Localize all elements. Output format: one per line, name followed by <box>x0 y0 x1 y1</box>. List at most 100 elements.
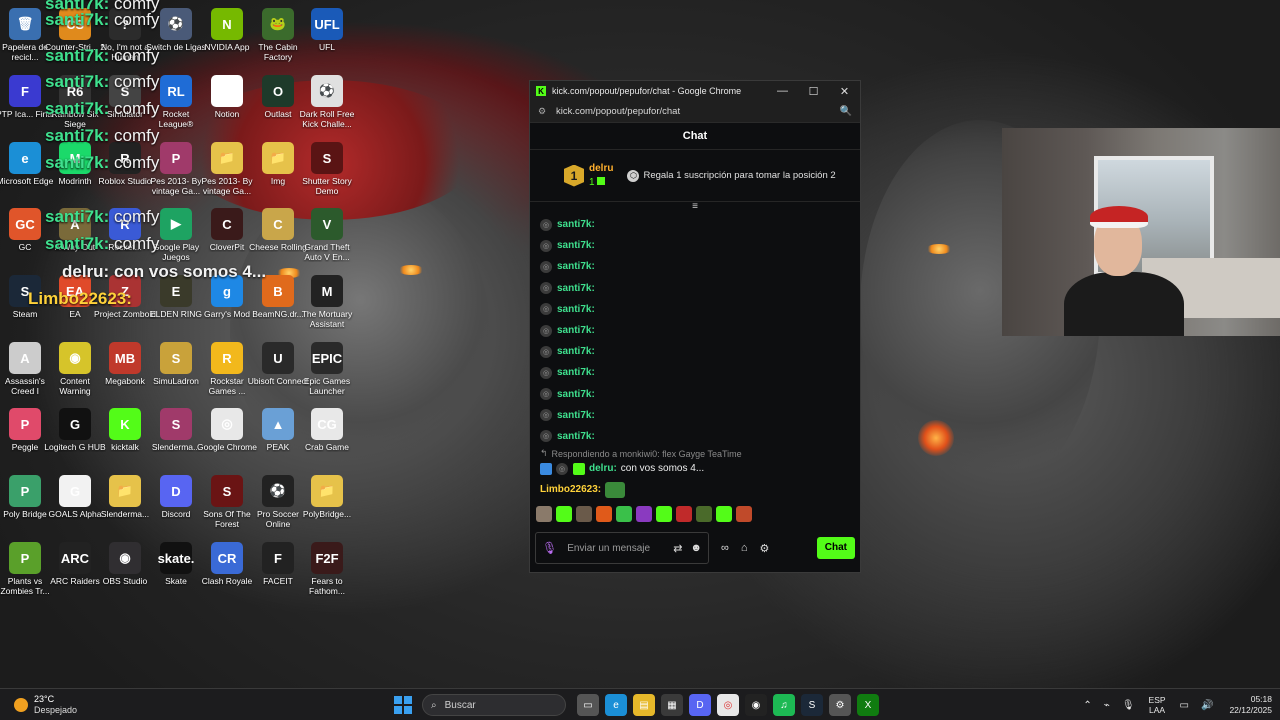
url-text[interactable]: kick.com/popout/pepufor/chat <box>556 106 840 117</box>
desktop-icon[interactable]: ⚽ Dark Roll Free Kick Challe... <box>296 71 358 135</box>
chat-message[interactable]: ◎ santi7k: <box>540 320 860 341</box>
message-username[interactable]: santi7k: <box>557 304 595 315</box>
discord-icon[interactable]: D <box>689 694 711 716</box>
chrome-icon[interactable]: ◎ <box>717 694 739 716</box>
desktop-icon-label: Dark Roll Free Kick Challe... <box>299 109 355 129</box>
desktop-icon[interactable]: EPIC Epic Games Launcher <box>296 338 358 402</box>
message-username[interactable]: delru: <box>589 463 617 474</box>
chat-message[interactable]: ◎ delru: con vos somos 4... <box>540 460 860 477</box>
network-icon[interactable]: ⌁ <box>1104 700 1110 711</box>
chat-message[interactable]: ◎ santi7k: <box>540 214 860 235</box>
xbox-icon[interactable]: X <box>857 694 879 716</box>
title-bar[interactable]: K kick.com/popout/pepufor/chat - Google … <box>530 81 860 101</box>
message-username[interactable]: santi7k: <box>557 431 595 442</box>
app-icon: S <box>160 342 192 374</box>
start-button[interactable] <box>394 696 412 714</box>
reply-context[interactable]: ↰ Respondiendo a monkiwi0: flex Gayge Te… <box>540 447 860 460</box>
spotify-icon[interactable]: ♫ <box>773 694 795 716</box>
translate-icon[interactable]: ⇄ <box>673 542 682 555</box>
edge-icon[interactable]: e <box>605 694 627 716</box>
desktop-icon[interactable]: 📁 PolyBridge... <box>296 471 358 535</box>
desktop-icon[interactable]: S Shutter Story Demo <box>296 138 358 202</box>
app-icon: S <box>211 475 243 507</box>
emote-icon[interactable] <box>696 506 712 523</box>
app-icon: C <box>262 208 294 240</box>
minimize-button[interactable]: — <box>767 85 798 97</box>
kick-cards-icon[interactable]: ∞ <box>721 542 729 554</box>
chat-input-placeholder[interactable]: Enviar un mensaje <box>567 543 665 554</box>
emote-icon[interactable] <box>536 506 552 523</box>
chat-message[interactable]: ◎ santi7k: <box>540 341 860 362</box>
emote-icon[interactable] <box>716 506 732 523</box>
scroll-to-bottom-icon[interactable]: ≡ <box>530 202 860 212</box>
language-indicator[interactable]: ESP LAA <box>1149 695 1166 715</box>
weather-widget[interactable]: 23°C Despejado <box>14 694 77 716</box>
store-icon[interactable]: ⌂ <box>741 542 748 554</box>
emoji-icon[interactable]: ☻ <box>690 542 702 554</box>
desktop-icon[interactable]: CG Crab Game <box>296 404 358 468</box>
message-username[interactable]: santi7k: <box>557 283 595 294</box>
message-username[interactable]: santi7k: <box>557 389 595 400</box>
message-username[interactable]: santi7k: <box>557 346 595 357</box>
clock[interactable]: 05:18 22/12/2025 <box>1229 694 1272 716</box>
close-button[interactable]: ✕ <box>829 85 860 98</box>
message-username[interactable]: santi7k: <box>557 410 595 421</box>
message-username[interactable]: santi7k: <box>557 240 595 251</box>
app-icon: skate. <box>158 542 194 574</box>
taskbar-search[interactable]: ⌕ Buscar <box>422 694 566 716</box>
chat-message[interactable]: ◎ santi7k: <box>540 278 860 299</box>
store-icon[interactable]: ▦ <box>661 694 683 716</box>
message-username[interactable]: santi7k: <box>557 219 595 230</box>
message-username[interactable]: santi7k: <box>557 261 595 272</box>
obs-icon[interactable]: ◉ <box>745 694 767 716</box>
pinned-gift-banner[interactable]: 1 delru 1 ⬡ Regala 1 suscripción para to… <box>530 150 860 202</box>
chat-message[interactable]: Limbo22623: <box>540 481 860 498</box>
chat-message[interactable]: ◎ santi7k: <box>540 299 860 320</box>
emote-icon[interactable] <box>656 506 672 523</box>
chat-input[interactable]: 🎙 Enviar un mensaje ⇄ ☻ <box>535 532 709 564</box>
volume-icon[interactable]: 🔊 <box>1201 700 1213 711</box>
chat-message[interactable]: ◎ santi7k: <box>540 426 860 447</box>
sub-gift-icon <box>597 176 606 185</box>
chat-message[interactable]: ◎ santi7k: <box>540 235 860 256</box>
overlay-user: santi7k: <box>45 10 110 29</box>
settings-icon[interactable]: ⚙ <box>829 694 851 716</box>
message-username[interactable]: Limbo22623: <box>540 484 601 495</box>
chat-message[interactable]: ◎ santi7k: <box>540 362 860 383</box>
settings-icon[interactable]: ⚙ <box>760 542 770 555</box>
chevron-up-icon[interactable]: ⌃ <box>1083 700 1091 711</box>
message-username[interactable]: santi7k: <box>557 367 595 378</box>
emote-icon[interactable] <box>596 506 612 523</box>
message-username[interactable]: santi7k: <box>557 325 595 336</box>
address-bar[interactable]: ⚙ kick.com/popout/pepufor/chat 🔍 <box>530 101 860 123</box>
emote-icon[interactable] <box>636 506 652 523</box>
app-icon: O <box>262 75 294 107</box>
task-view-icon[interactable]: ▭ <box>577 694 599 716</box>
app-icon: 🐸 <box>262 8 294 40</box>
maximize-button[interactable]: ☐ <box>798 85 829 98</box>
emote-icon[interactable] <box>676 506 692 523</box>
send-chat-button[interactable]: Chat <box>816 537 855 559</box>
chat-message[interactable]: ◎ santi7k: <box>540 256 860 277</box>
zoom-icon[interactable]: 🔍 <box>840 106 852 117</box>
chat-message[interactable]: ◎ santi7k: <box>540 405 860 426</box>
desktop-icon[interactable]: V Grand Theft Auto V En... <box>296 204 358 268</box>
microphone-icon[interactable]: 🎙 <box>1122 700 1135 711</box>
desktop-icon[interactable]: F2F Fears to Fathom... <box>296 538 358 602</box>
reply-arrow-icon: ↰ <box>540 448 548 459</box>
overlay-line: santi7k: comfy <box>45 10 159 30</box>
desktop-icon[interactable]: UFL UFL <box>296 4 358 68</box>
microphone-icon[interactable]: 🎙 <box>542 541 557 555</box>
steam-icon[interactable]: S <box>801 694 823 716</box>
app-icon: U <box>262 342 294 374</box>
file-explorer-icon[interactable]: ▤ <box>633 694 655 716</box>
emote-icon[interactable] <box>616 506 632 523</box>
emote-icon[interactable] <box>736 506 752 523</box>
emote-icon[interactable] <box>576 506 592 523</box>
desktop-icon[interactable]: M The Mortuary Assistant <box>296 271 358 335</box>
desktop-icon-label: Epic Games Launcher <box>303 376 351 396</box>
emote-icon[interactable] <box>556 506 572 523</box>
chat-message[interactable]: ◎ santi7k: <box>540 384 860 405</box>
site-info-icon[interactable]: ⚙ <box>538 106 554 117</box>
monitor-icon[interactable]: ▭ <box>1180 700 1189 711</box>
